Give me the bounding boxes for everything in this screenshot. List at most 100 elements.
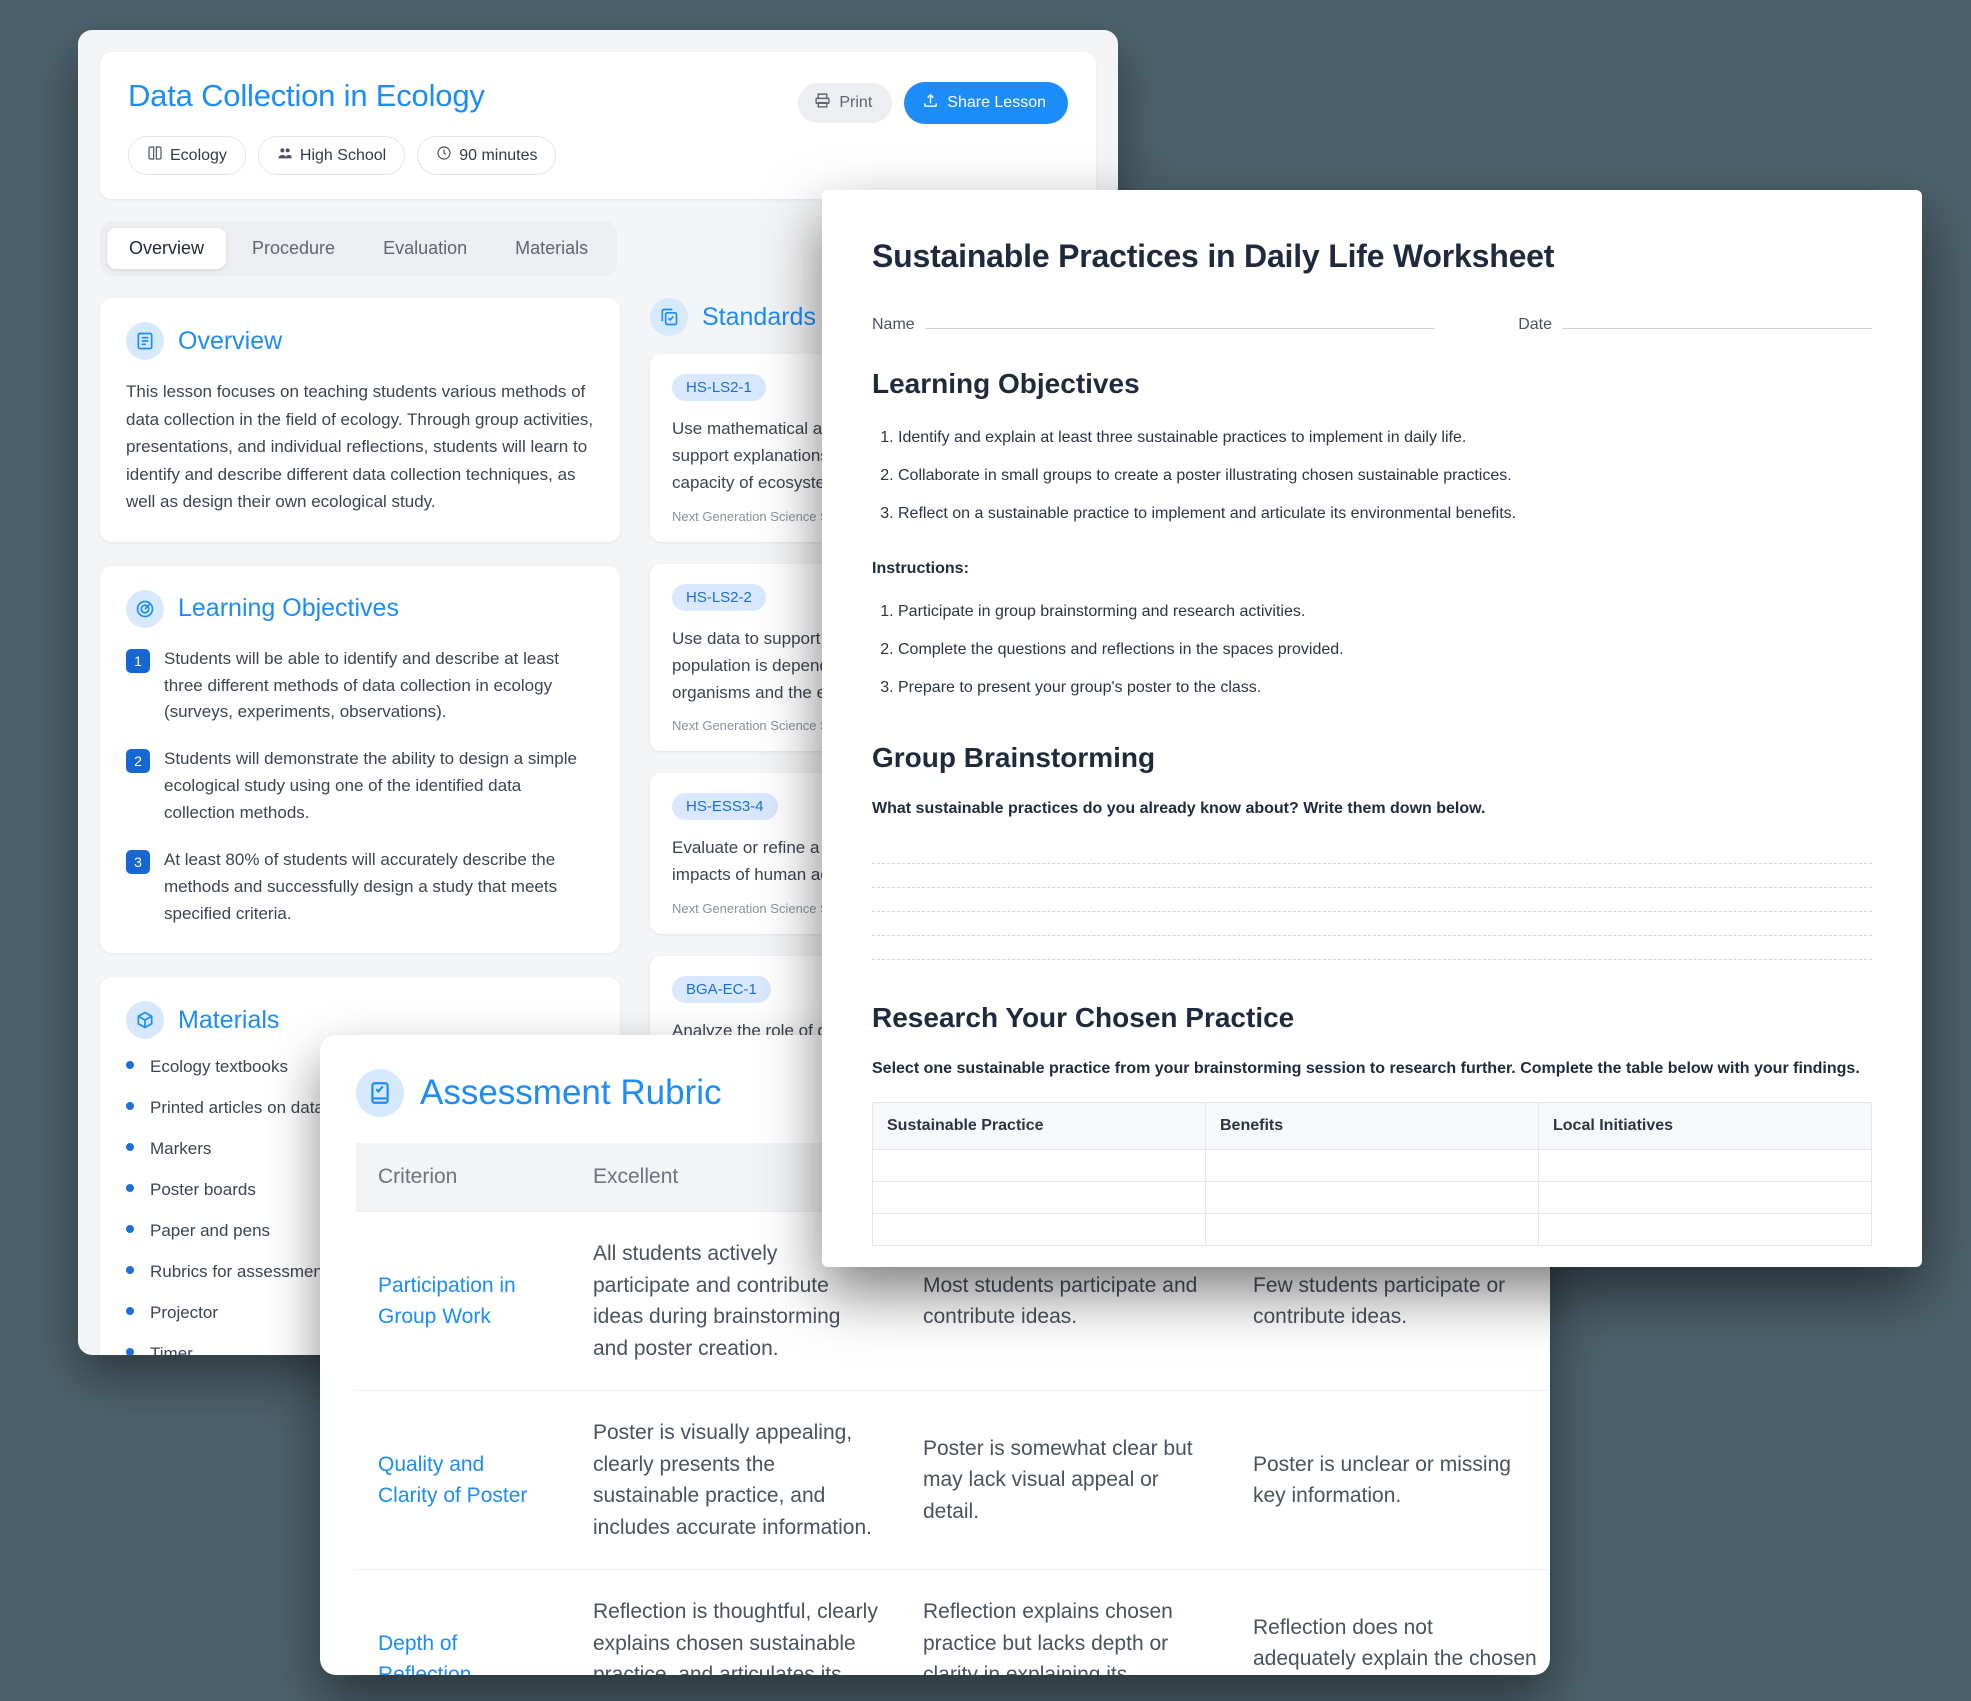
- date-field-group: Date: [1518, 313, 1872, 334]
- rubric-icon: [356, 1069, 404, 1117]
- chip-duration: 90 minutes: [417, 136, 557, 175]
- print-button-label: Print: [839, 94, 873, 111]
- list-item: Participate in group brainstorming and r…: [898, 600, 1872, 624]
- name-date-row: Name Date: [872, 313, 1872, 334]
- worksheet-objectives-list: Identify and explain at least three sust…: [872, 426, 1872, 526]
- meta-chips: Ecology High School 90 minutes: [128, 136, 1068, 175]
- overview-card: Overview This lesson focuses on teaching…: [100, 298, 620, 542]
- rubric-good: Reflection explains chosen practice but …: [901, 1569, 1231, 1675]
- tab-materials[interactable]: Materials: [493, 228, 610, 269]
- objective-item: 2 Students will demonstrate the ability …: [126, 746, 594, 827]
- lesson-header: Data Collection in Ecology Print Share L…: [100, 52, 1096, 199]
- worksheet-instructions-list: Participate in group brainstorming and r…: [872, 600, 1872, 700]
- rubric-good: Poster is somewhat clear but may lack vi…: [901, 1390, 1231, 1570]
- target-icon: [126, 589, 164, 628]
- tab-overview[interactable]: Overview: [107, 228, 227, 269]
- table-row: Depth of Reflection Reflection is though…: [356, 1569, 1550, 1675]
- date-label: Date: [1518, 316, 1552, 333]
- rubric-needs: Reflection does not adequately explain t…: [1231, 1569, 1550, 1675]
- column-header-sustainable-practice: Sustainable Practice: [872, 1102, 1206, 1150]
- table-cell[interactable]: [1205, 1213, 1539, 1246]
- overview-card-header: Overview: [126, 322, 594, 360]
- rubric-criterion: Participation in Group Work: [356, 1211, 571, 1391]
- rubric-excellent: Poster is visually appealing, clearly pr…: [571, 1390, 901, 1570]
- table-cell[interactable]: [1538, 1149, 1872, 1182]
- answer-line[interactable]: [872, 936, 1872, 960]
- worksheet-objectives-heading: Learning Objectives: [872, 368, 1140, 399]
- objective-number: 1: [126, 648, 150, 673]
- people-icon: [277, 145, 293, 166]
- bullet-icon: [126, 1143, 134, 1152]
- table-row: [872, 1213, 1872, 1246]
- tab-evaluation[interactable]: Evaluation: [361, 228, 489, 269]
- table-cell[interactable]: [872, 1181, 1206, 1214]
- table-cell[interactable]: [1538, 1181, 1872, 1214]
- table-cell[interactable]: [1205, 1181, 1539, 1214]
- tab-procedure[interactable]: Procedure: [230, 228, 357, 269]
- bullet-icon: [126, 1061, 134, 1070]
- brainstorming-prompt: What sustainable practices do you alread…: [872, 800, 1486, 817]
- status-badge: HS-LS2-2: [672, 583, 766, 611]
- answer-line[interactable]: [872, 888, 1872, 912]
- worksheet-panel: Sustainable Practices in Daily Life Work…: [822, 190, 1922, 1267]
- bullet-icon: [126, 1102, 134, 1111]
- column-header-local-initiatives: Local Initiatives: [1538, 1102, 1872, 1150]
- name-label: Name: [872, 316, 915, 333]
- objective-number: 2: [126, 749, 150, 774]
- bullet-icon: [126, 1348, 134, 1355]
- objective-number: 3: [126, 849, 150, 874]
- bullet-icon: [126, 1266, 134, 1275]
- overview-card-title: Overview: [178, 326, 283, 355]
- book-icon: [147, 145, 163, 166]
- document-icon: [126, 322, 164, 360]
- material-label: Poster boards: [150, 1180, 256, 1200]
- bullet-icon: [126, 1225, 134, 1234]
- brainstorming-answer-lines[interactable]: [872, 840, 1872, 960]
- material-label: Timer: [150, 1344, 193, 1355]
- list-item: Collaborate in small groups to create a …: [898, 464, 1872, 488]
- research-prompt: Select one sustainable practice from you…: [872, 1060, 1860, 1077]
- answer-line[interactable]: [872, 864, 1872, 888]
- table-row: [872, 1149, 1872, 1182]
- date-input-line[interactable]: [1562, 313, 1872, 329]
- table-cell[interactable]: [1205, 1149, 1539, 1182]
- table-cell[interactable]: [1538, 1213, 1872, 1246]
- objective-item: 3 At least 80% of students will accurate…: [126, 847, 594, 928]
- lesson-tabs: Overview Procedure Evaluation Materials: [100, 221, 618, 276]
- table-row: Quality and Clarity of Poster Poster is …: [356, 1390, 1550, 1570]
- material-label: Projector: [150, 1303, 219, 1323]
- table-row: [872, 1181, 1872, 1214]
- box-icon: [126, 1001, 164, 1040]
- share-icon: [922, 92, 939, 114]
- bullet-icon: [126, 1307, 134, 1316]
- objective-item: 1 Students will be able to identify and …: [126, 646, 594, 727]
- objectives-card-title: Learning Objectives: [178, 594, 399, 623]
- status-badge: HS-LS2-1: [672, 374, 766, 401]
- name-input-line[interactable]: [924, 313, 1435, 329]
- list-item: Reflect on a sustainable practice to imp…: [898, 502, 1872, 526]
- print-button[interactable]: Print: [798, 83, 893, 123]
- checklist-icon: [650, 298, 688, 336]
- answer-line[interactable]: [872, 840, 1872, 864]
- bullet-icon: [126, 1184, 134, 1193]
- research-table: Sustainable Practice Benefits Local Init…: [872, 1102, 1872, 1246]
- share-lesson-button-label: Share Lesson: [947, 94, 1046, 111]
- printer-icon: [814, 92, 831, 114]
- header-actions: Print Share Lesson: [798, 82, 1068, 124]
- rubric-criterion: Depth of Reflection: [356, 1569, 571, 1675]
- overview-card-text: This lesson focuses on teaching students…: [126, 382, 594, 512]
- clock-icon: [436, 145, 452, 166]
- instructions-label: Instructions:: [872, 560, 969, 577]
- chip-grade: High School: [257, 136, 406, 175]
- learning-objectives-card: Learning Objectives 1 Students will be a…: [100, 565, 620, 954]
- table-cell[interactable]: [872, 1149, 1206, 1182]
- chip-duration-label: 90 minutes: [459, 146, 538, 164]
- materials-card-title: Materials: [178, 1005, 280, 1034]
- column-header-criterion: Criterion: [356, 1143, 571, 1212]
- table-header-row: Sustainable Practice Benefits Local Init…: [872, 1102, 1872, 1150]
- rubric-needs: Poster is unclear or missing key informa…: [1231, 1390, 1550, 1570]
- chip-grade-label: High School: [299, 146, 387, 164]
- answer-line[interactable]: [872, 912, 1872, 936]
- table-cell[interactable]: [872, 1213, 1206, 1246]
- share-lesson-button[interactable]: Share Lesson: [904, 82, 1068, 124]
